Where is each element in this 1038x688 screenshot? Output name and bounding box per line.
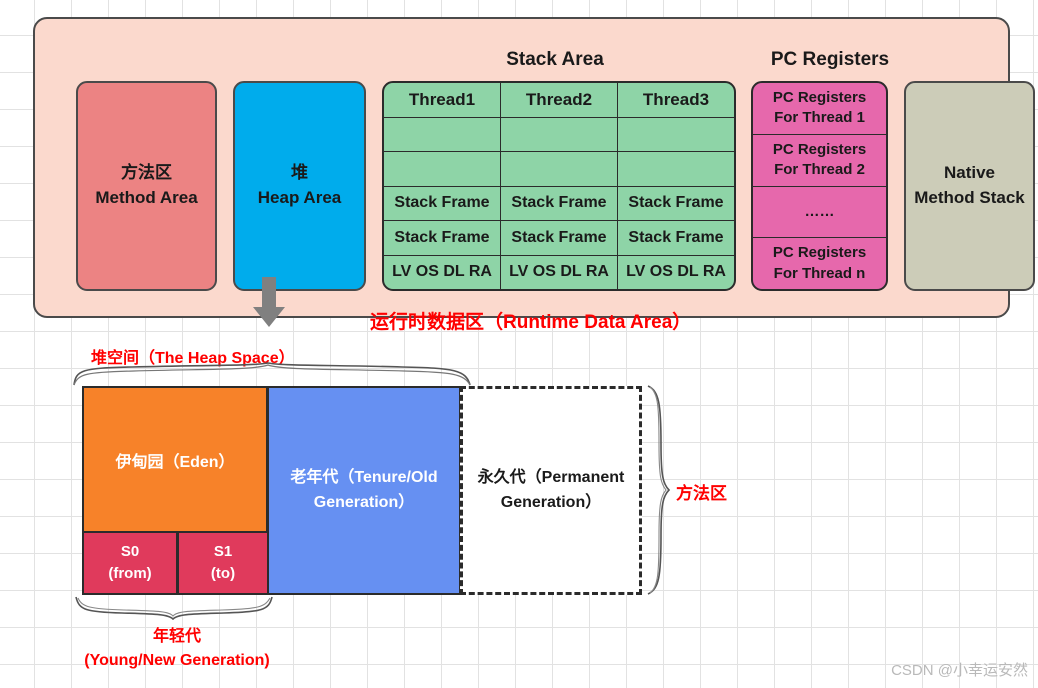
stack-area-cell (501, 117, 618, 151)
stack-area-cell: Stack Frame (501, 221, 618, 255)
stack-area-cell: Stack Frame (628, 194, 724, 212)
stack-area-cell (384, 152, 501, 186)
method-area-brace (647, 385, 671, 595)
pc-register-label: PC Registers For Thread n (772, 244, 867, 282)
stack-area-row (384, 152, 734, 187)
young-generation-brace (75, 596, 273, 620)
runtime-data-area-label: 运行时数据区（Runtime Data Area） (370, 312, 692, 333)
method-area-brace-label: 方法区 (676, 484, 727, 503)
survivor-s1-block: S1 (to) (177, 531, 269, 595)
stack-area-cell: LV OS DL RA (626, 263, 726, 281)
heap-area-box: 堆 Heap Area (233, 81, 366, 291)
survivor-s0-block: S0 (from) (82, 531, 178, 595)
s0-label-line2: (from) (108, 565, 152, 582)
tenure-label: 老年代（Tenure/Old Generation） (290, 468, 438, 511)
stack-area-cell: Stack Frame (384, 186, 501, 220)
stack-area-cell (501, 152, 618, 186)
stack-area-row: LV OS DL RA LV OS DL RA LV OS DL RA (384, 255, 734, 289)
s0-label-line1: S0 (120, 543, 140, 561)
pc-register-label: …… (804, 202, 835, 220)
stack-area-cell (618, 118, 734, 152)
heap-down-arrow-icon (253, 277, 285, 327)
stack-area-cell (384, 117, 501, 151)
pc-register-row: PC Registers For Thread n (753, 238, 886, 289)
csdn-watermark: CSDN @小幸运安然 (891, 662, 1028, 679)
pc-register-row: PC Registers For Thread 2 (753, 135, 886, 187)
pc-registers-title: PC Registers (770, 49, 890, 70)
stack-area-column-header: Thread1 (384, 83, 501, 117)
runtime-data-area-container: Stack Area PC Registers 方法区 Method Area … (33, 17, 1035, 333)
stack-area-table: Thread1 Thread2 Thread3 Stack Frame Stack Fr… (382, 81, 736, 291)
stack-area-cell: LV OS DL RA (501, 255, 618, 289)
diagram-canvas: Stack Area PC Registers 方法区 Method Area … (0, 0, 1038, 688)
stack-area-cell: Stack Frame (501, 186, 618, 220)
stack-area-row: Stack Frame Stack Frame Stack Frame (384, 186, 734, 221)
s1-label-line2: (to) (210, 565, 236, 582)
stack-area-cell: Stack Frame (384, 221, 501, 255)
stack-area-cell (618, 152, 734, 186)
pc-register-row: …… (753, 187, 886, 239)
permanent-generation-block: 永久代（Permanent Generation） (460, 386, 642, 595)
stack-area-header-row: Thread1 Thread2 Thread3 (384, 83, 734, 118)
native-method-stack-label-line2: Method Stack (914, 188, 1025, 207)
heap-area-label-en: Heap Area (257, 188, 342, 207)
young-generation-label-line1: 年轻代 (152, 628, 201, 645)
method-area-label-en: Method Area (95, 188, 198, 207)
young-generation-label-line2: (Young/New Generation) (84, 652, 270, 669)
permanent-generation-label: 永久代（Permanent Generation） (477, 468, 625, 511)
stack-area-column-header: Thread3 (642, 89, 710, 109)
pc-registers-table: PC Registers For Thread 1 PC Registers For … (751, 81, 888, 291)
stack-area-row: Stack Frame Stack Frame Stack Frame (384, 221, 734, 256)
stack-area-cell: LV OS DL RA (384, 255, 501, 289)
heap-area-label-cn: 堆 (291, 163, 308, 183)
stack-area-row (384, 117, 734, 152)
pc-register-row: PC Registers For Thread 1 (753, 83, 886, 135)
eden-block: 伊甸园（Eden） (82, 386, 268, 533)
method-area-box: 方法区 Method Area (76, 81, 217, 291)
native-method-stack-box: Native Method Stack (904, 81, 1035, 291)
stack-area-cell: Stack Frame (628, 228, 724, 246)
s1-label-line1: S1 (213, 543, 233, 561)
native-method-stack-label-line1: Native (943, 163, 996, 183)
method-area-label-cn: 方法区 (121, 163, 172, 183)
eden-label: 伊甸园（Eden） (115, 453, 235, 471)
stack-area-column-header: Thread2 (501, 83, 618, 117)
tenure-old-generation-block: 老年代（Tenure/Old Generation） (267, 386, 461, 595)
stack-area-title: Stack Area (506, 49, 604, 70)
pc-register-label: PC Registers For Thread 1 (772, 89, 867, 127)
heap-space-brace (73, 362, 471, 386)
pc-register-label: PC Registers For Thread 2 (772, 140, 867, 179)
young-generation-label: 年轻代 (Young/New Generation) (68, 625, 286, 673)
